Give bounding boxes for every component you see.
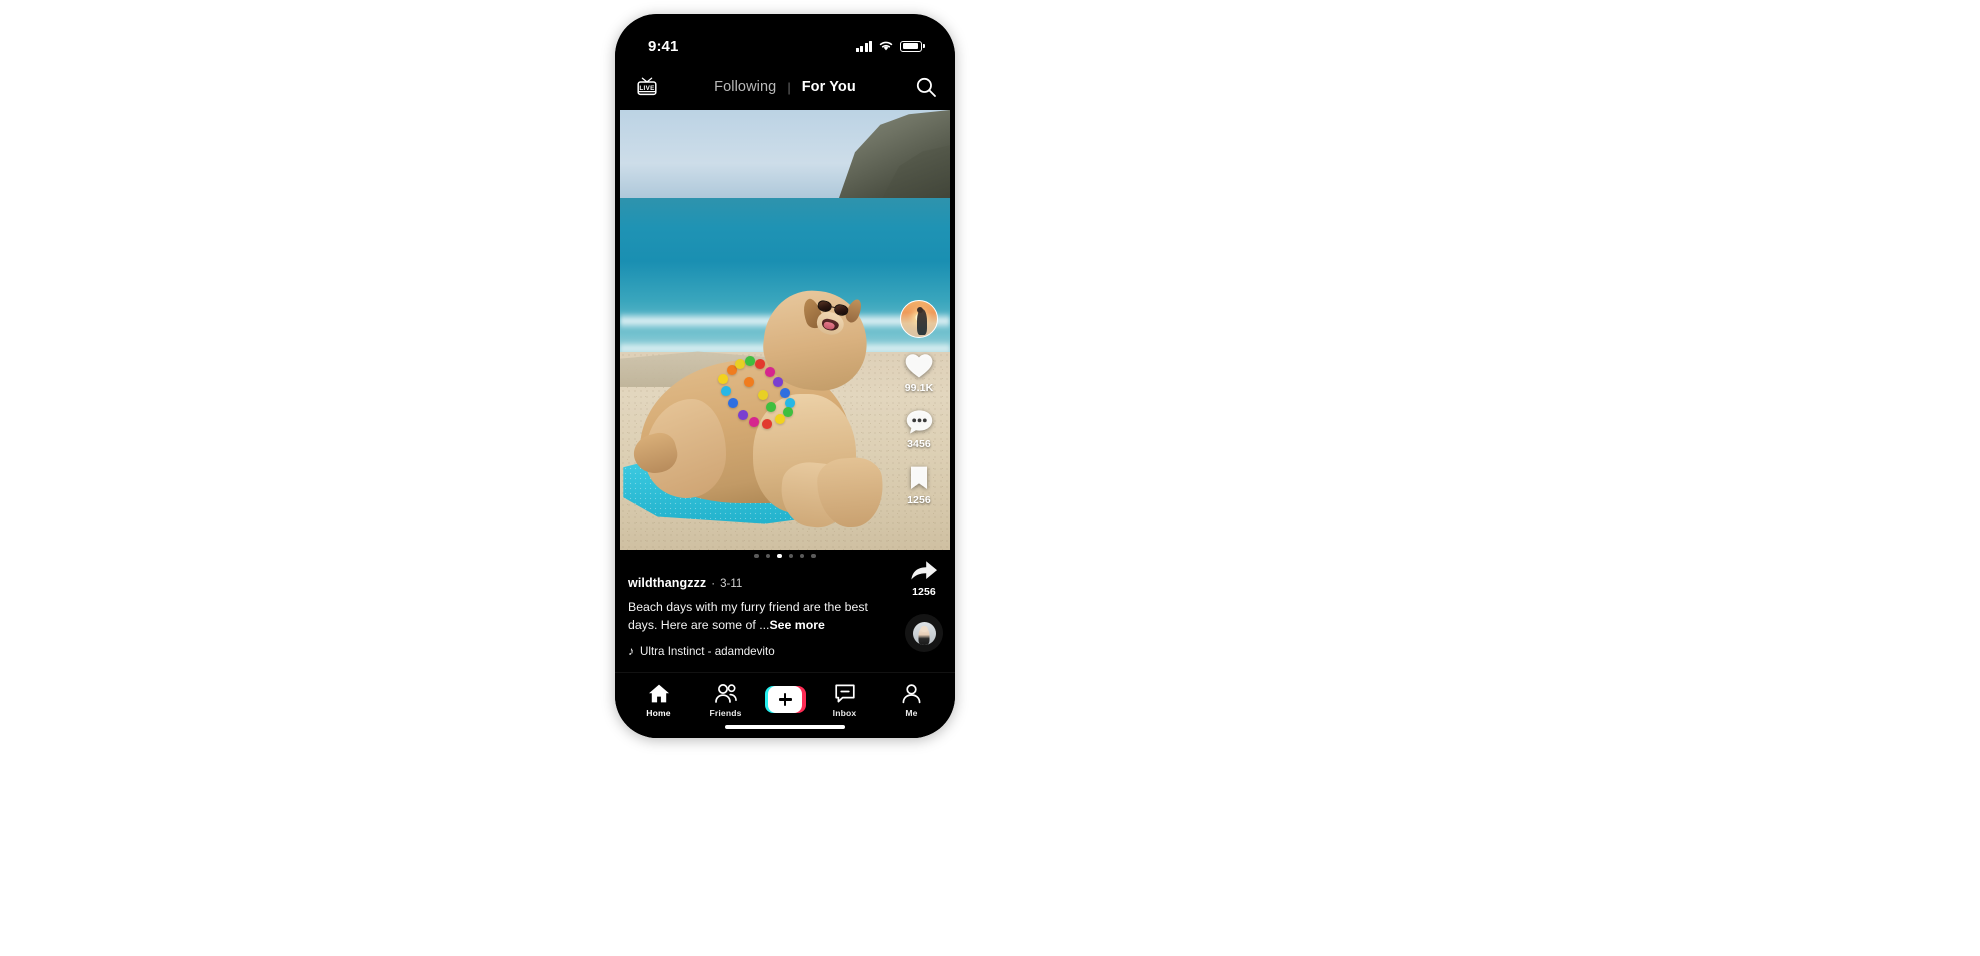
battery-icon: [900, 40, 925, 52]
caption-block: wildthangzzz · 3-11 Beach days with my f…: [628, 576, 880, 658]
carousel-dot[interactable]: [765, 554, 771, 559]
wifi-icon: [880, 41, 893, 51]
bookmark-button[interactable]: 1256: [907, 464, 931, 506]
live-tv-icon: LIVE: [637, 77, 657, 96]
caption-text-wrapper: Beach days with my furry friend are the …: [628, 599, 880, 635]
search-icon: [916, 77, 936, 97]
music-disc-button[interactable]: [905, 614, 943, 652]
tab-for-you[interactable]: For You: [802, 79, 856, 95]
music-row[interactable]: ♪ Ultra Instinct - adamdevito: [628, 645, 880, 658]
caption-header: wildthangzzz · 3-11: [628, 576, 880, 590]
post-date: 3-11: [720, 578, 743, 590]
music-note-icon: ♪: [628, 644, 634, 659]
tab-separator: |: [787, 79, 791, 95]
share-count: 1256: [912, 586, 936, 598]
creator-avatar[interactable]: [900, 300, 938, 338]
carousel-dot[interactable]: [811, 554, 816, 559]
carousel-dot[interactable]: [754, 554, 759, 559]
screenshot-canvas: 9:41 LIVE Following | For You 99.1K 3456…: [0, 0, 1980, 956]
comment-bubble-icon: [906, 410, 932, 434]
profile-icon: [902, 684, 921, 704]
post-date-separator: ·: [711, 578, 716, 590]
phone-frame: 9:41 LIVE Following | For You 99.1K 3456…: [615, 14, 955, 738]
music-title: Ultra Instinct - adamdevito: [640, 644, 775, 658]
inbox-icon: [834, 684, 855, 703]
bookmark-count: 1256: [907, 494, 931, 506]
tab-home-label: Home: [646, 708, 671, 718]
comment-count: 3456: [907, 438, 931, 450]
create-post-button[interactable]: [764, 686, 806, 713]
status-bar-clock: 9:41: [648, 37, 679, 55]
dog-subject: [630, 285, 911, 532]
tab-inbox[interactable]: Inbox: [817, 683, 873, 718]
create-button-face: [768, 686, 802, 713]
tab-friends-label: Friends: [709, 708, 742, 718]
creator-username[interactable]: wildthangzzz: [628, 576, 706, 590]
bookmark-icon: [911, 466, 927, 489]
cellular-bars-icon: [855, 40, 873, 52]
like-button[interactable]: 99.1K: [904, 352, 934, 394]
friends-icon: [714, 684, 737, 703]
tab-me-label: Me: [905, 708, 918, 718]
heart-icon: [905, 354, 933, 378]
plus-icon: [778, 693, 792, 706]
see-more-link[interactable]: See more: [769, 618, 824, 632]
tab-friends[interactable]: Friends: [698, 683, 754, 718]
phone-screen: 9:41 LIVE Following | For You 99.1K 3456…: [615, 14, 955, 738]
tab-inbox-label: Inbox: [832, 708, 857, 718]
like-count: 99.1K: [904, 382, 934, 394]
share-arrow-icon: [911, 561, 937, 580]
top-navigation-bar: LIVE Following | For You: [615, 64, 955, 110]
svg-text:LIVE: LIVE: [639, 85, 654, 92]
action-rail: 99.1K 3456 1256: [896, 300, 942, 506]
home-indicator: [725, 724, 845, 729]
flower-lei: [716, 355, 857, 429]
tab-following[interactable]: Following: [714, 79, 776, 95]
home-icon: [648, 684, 669, 703]
search-button[interactable]: [909, 76, 937, 98]
feed-tabs: Following | For You: [661, 79, 909, 95]
carousel-dot[interactable]: [799, 554, 805, 559]
carousel-dot[interactable]: [788, 554, 793, 559]
action-rail-lower: 1256: [901, 558, 947, 652]
carousel-dot-active[interactable]: [777, 554, 782, 559]
live-button[interactable]: LIVE: [633, 77, 661, 97]
video-player[interactable]: 99.1K 3456 1256: [620, 110, 950, 550]
tab-me[interactable]: Me: [884, 683, 940, 718]
comment-button[interactable]: 3456: [905, 408, 934, 450]
tab-home[interactable]: Home: [631, 683, 687, 718]
status-bar: 9:41: [615, 14, 955, 64]
caption-text: Beach days with my furry friend are the …: [628, 600, 868, 632]
status-bar-indicators: [855, 40, 925, 52]
share-button[interactable]: 1256: [909, 558, 939, 598]
